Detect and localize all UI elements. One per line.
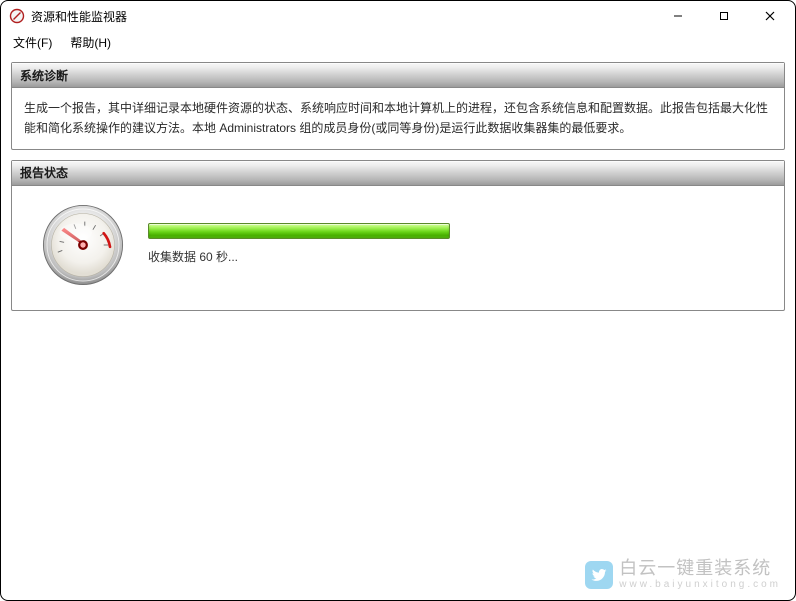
minimize-icon xyxy=(673,11,683,21)
watermark: 白云一键重装系统 www.baiyunxitong.com xyxy=(585,559,781,590)
minimize-button[interactable] xyxy=(655,1,701,31)
menubar: 文件(F) 帮助(H) xyxy=(1,31,795,54)
panel-header-diagnostics: 系统诊断 xyxy=(12,63,784,88)
watermark-main: 白云一键重装系统 xyxy=(619,559,781,579)
titlebar: 资源和性能监视器 xyxy=(1,1,795,31)
window-controls xyxy=(655,1,793,31)
watermark-badge-icon xyxy=(585,561,613,589)
panel-system-diagnostics: 系统诊断 生成一个报告，其中详细记录本地硬件资源的状态、系统响应时间和本地计算机… xyxy=(11,62,785,150)
progress-bar xyxy=(148,223,450,239)
close-icon xyxy=(765,11,775,21)
window-title: 资源和性能监视器 xyxy=(31,8,127,25)
app-window: 资源和性能监视器 文件(F) 帮助(H) xyxy=(0,0,796,601)
menu-help[interactable]: 帮助(H) xyxy=(64,32,117,53)
content-area: 系统诊断 生成一个报告，其中详细记录本地硬件资源的状态、系统响应时间和本地计算机… xyxy=(1,54,795,600)
panel-title-status: 报告状态 xyxy=(20,164,68,181)
panel-title-diagnostics: 系统诊断 xyxy=(20,67,68,84)
gauge-icon xyxy=(38,200,128,290)
status-info: 收集数据 60 秒... xyxy=(148,223,766,267)
watermark-url: www.baiyunxitong.com xyxy=(619,579,781,590)
panel-body-diagnostics: 生成一个报告，其中详细记录本地硬件资源的状态、系统响应时间和本地计算机上的进程，… xyxy=(12,88,784,149)
app-icon xyxy=(9,8,25,24)
maximize-button[interactable] xyxy=(701,1,747,31)
status-text: 收集数据 60 秒... xyxy=(148,247,766,267)
diagnostics-description: 生成一个报告，其中详细记录本地硬件资源的状态、系统响应时间和本地计算机上的进程，… xyxy=(24,101,768,135)
panel-body-status: 收集数据 60 秒... xyxy=(12,186,784,310)
panel-header-status: 报告状态 xyxy=(12,161,784,186)
menu-file[interactable]: 文件(F) xyxy=(7,32,58,53)
watermark-text: 白云一键重装系统 www.baiyunxitong.com xyxy=(619,559,781,590)
maximize-icon xyxy=(719,11,729,21)
panel-report-status: 报告状态 xyxy=(11,160,785,311)
close-button[interactable] xyxy=(747,1,793,31)
